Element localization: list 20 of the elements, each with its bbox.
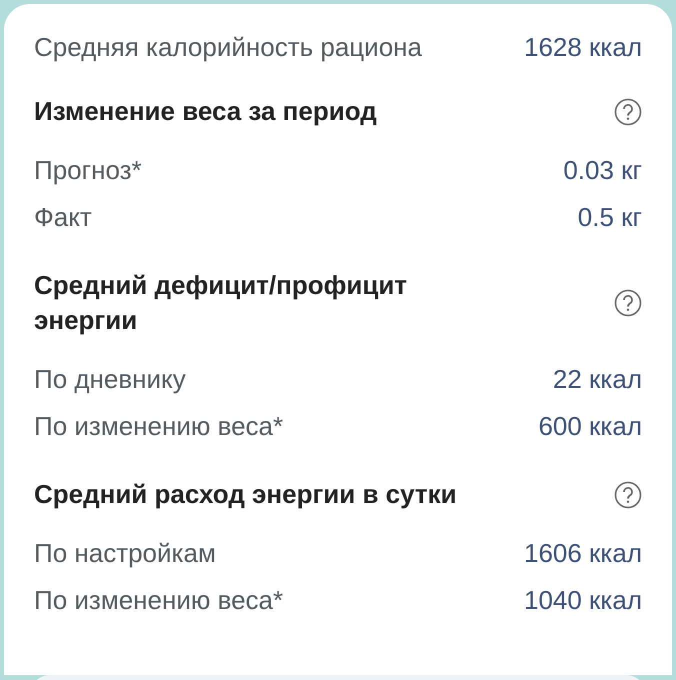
row-label: По изменению веса* [34, 584, 284, 617]
summary-label: Средняя калорийность рациона [34, 31, 422, 64]
section-title: Изменение веса за период [34, 95, 377, 128]
help-icon[interactable] [614, 480, 642, 508]
row-label: По настройкам [34, 537, 216, 570]
row-label: По изменению веса* [34, 410, 284, 443]
row-label: Факт [34, 201, 92, 234]
help-icon[interactable] [614, 289, 642, 317]
row-value: 22 ккал [552, 363, 642, 396]
row-label: Прогноз* [34, 154, 142, 187]
help-icon[interactable] [614, 98, 642, 126]
row-label: По дневнику [34, 363, 186, 396]
section-title: Средний расход энергии в сутки [34, 478, 457, 511]
row-value: 0.5 кг [578, 201, 642, 234]
summary-value: 1628 ккал [524, 31, 642, 64]
row-value: 600 ккал [538, 410, 642, 443]
row-value: 0.03 кг [563, 154, 642, 187]
row-value: 1040 ккал [524, 584, 642, 617]
row-value: 1606 ккал [524, 537, 642, 570]
section-title: Средний дефицит/профицит энергии [34, 269, 408, 337]
